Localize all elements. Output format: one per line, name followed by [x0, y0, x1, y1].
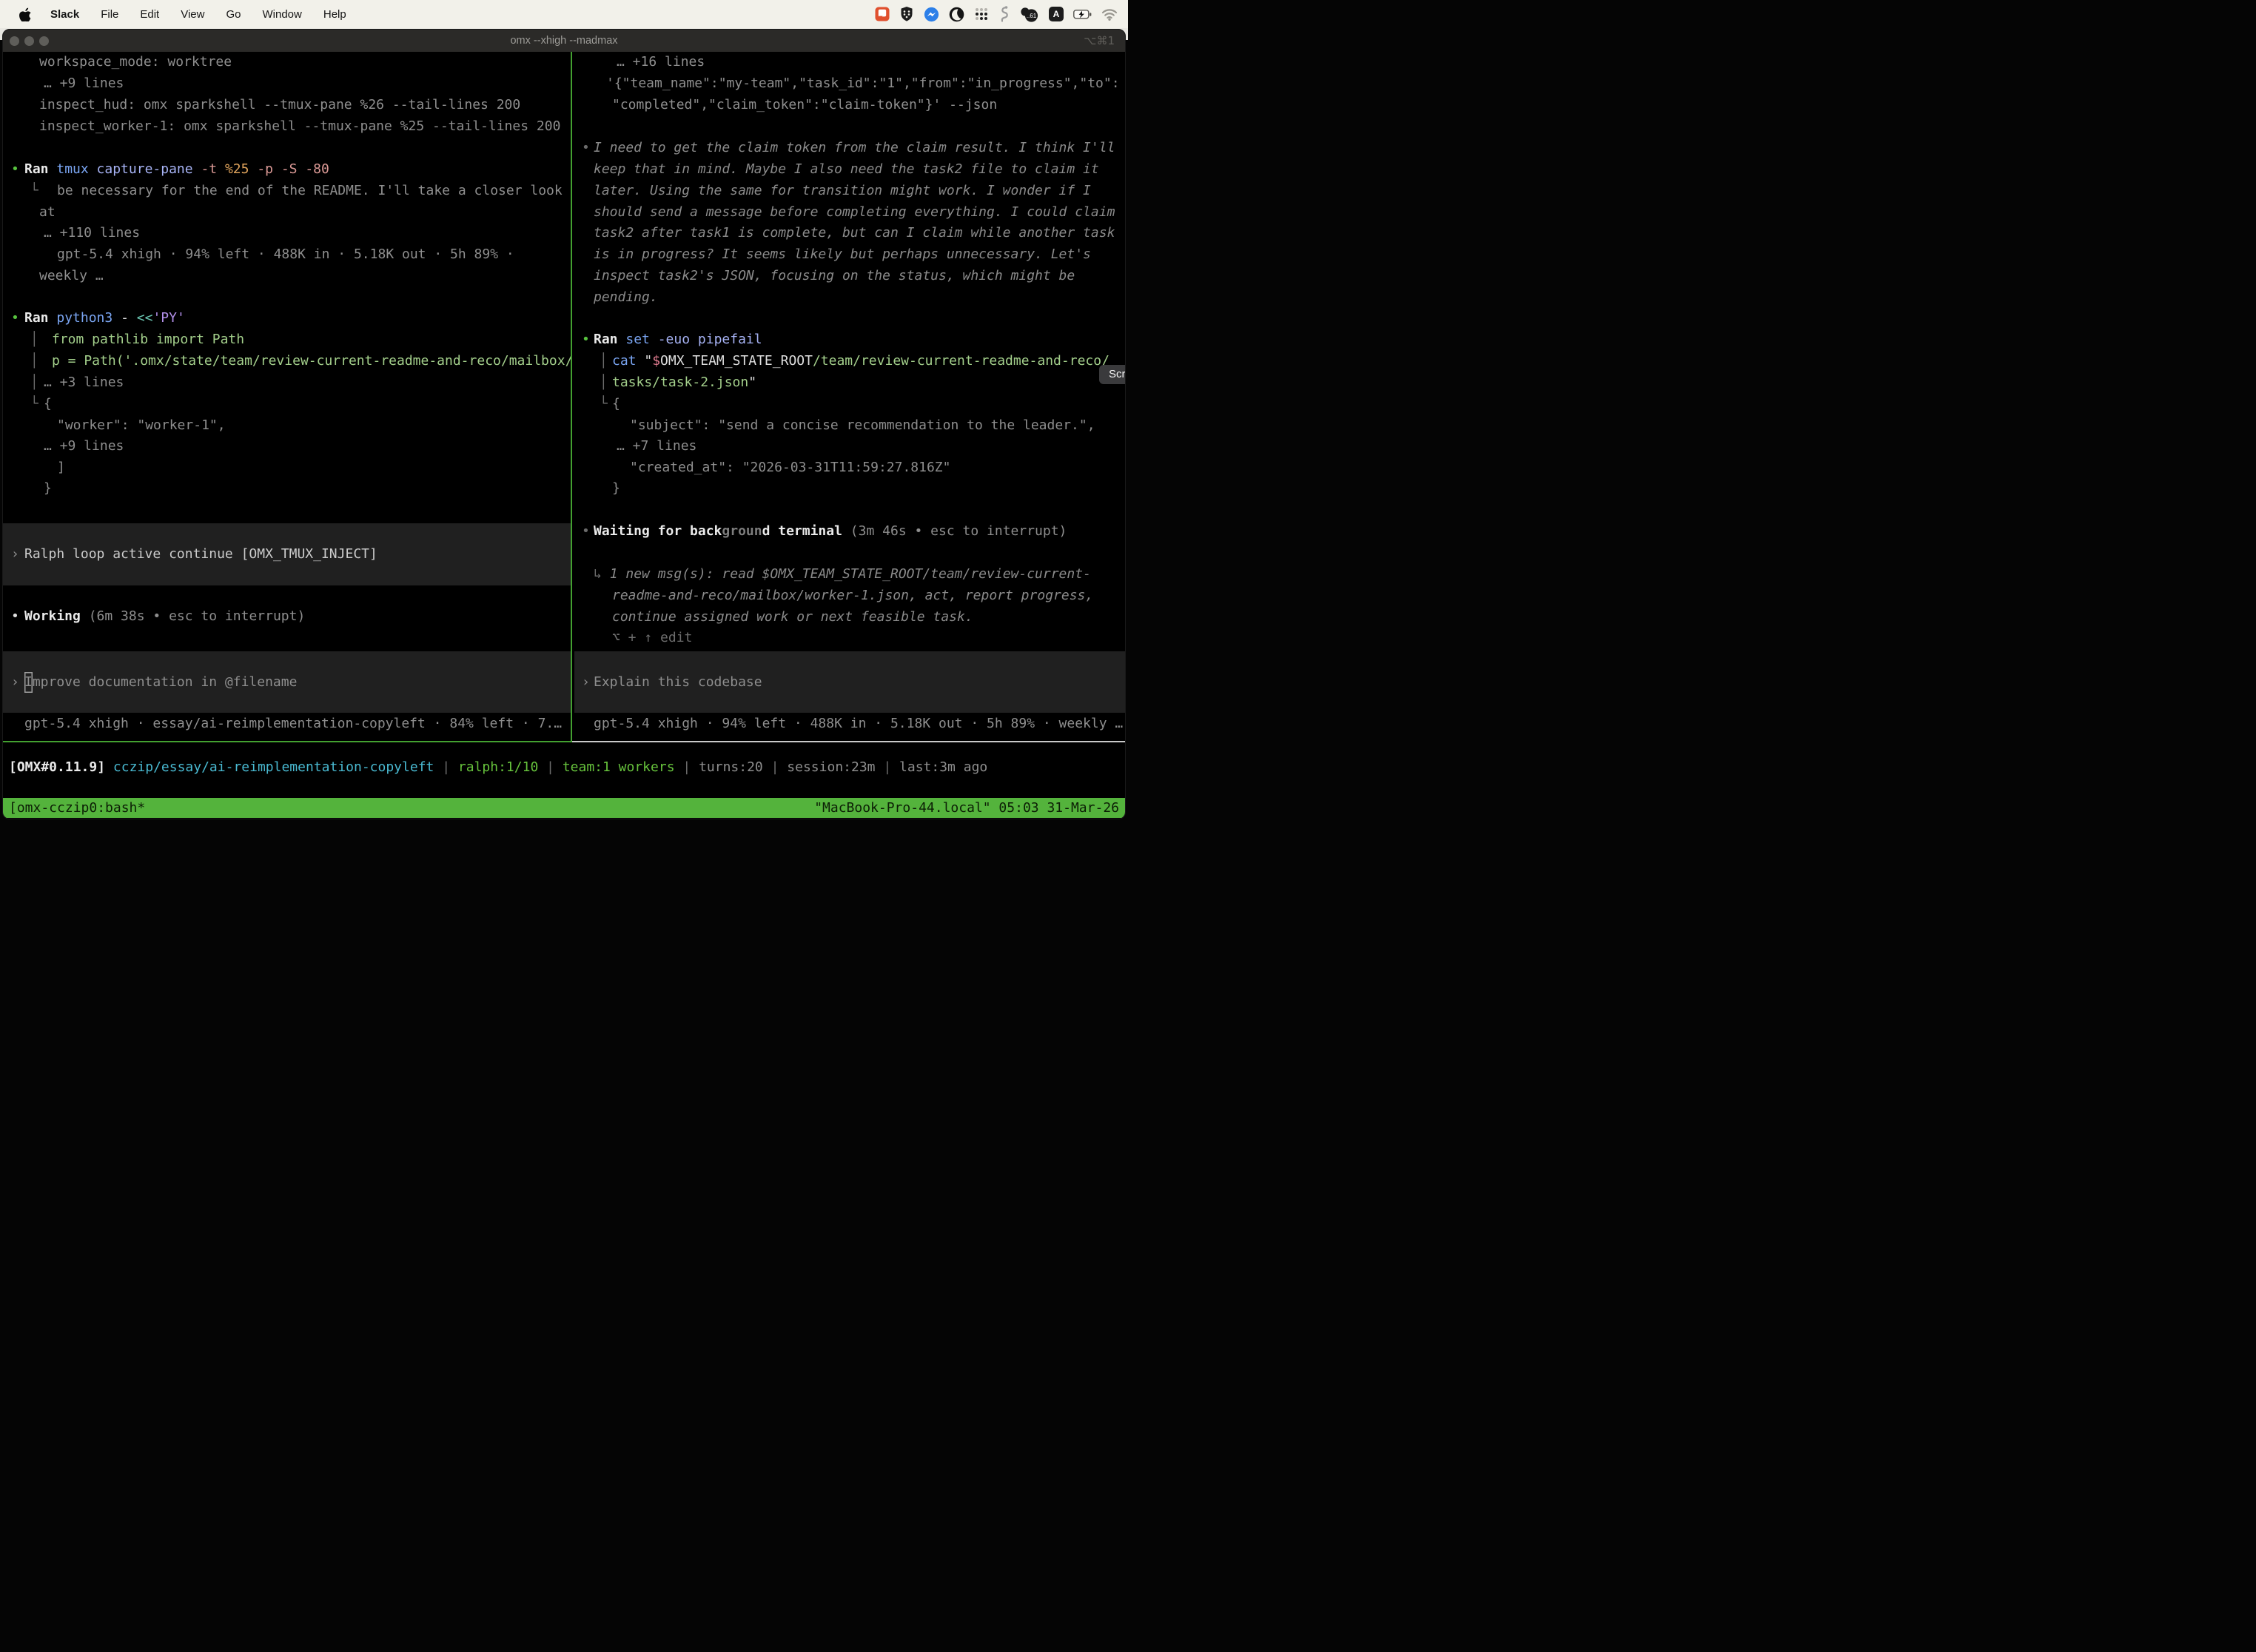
crescent-circle-icon[interactable]	[949, 7, 964, 22]
terminal-line: task2 after task1 is complete, but can I…	[3, 223, 1125, 244]
window-title-bar[interactable]: omx --xhigh --madmax ⌥⌘1	[3, 30, 1125, 52]
terminal-line: "created_at": "2026-03-31T11:59:27.816Z"	[3, 457, 1125, 478]
battery-icon[interactable]	[1073, 10, 1092, 19]
badge-61-icon[interactable]: ..61	[1020, 7, 1039, 22]
svg-text:..61: ..61	[1027, 13, 1037, 19]
terminal-line: pending.	[3, 287, 1125, 308]
terminal-line: inspect task2's JSON, focusing on the st…	[3, 266, 1125, 286]
mailbox-note: ↳ 1 new msg(s): read $OMX_TEAM_STATE_ROO…	[3, 564, 1125, 585]
menu-bar: Slack File Edit View Go Window Help	[0, 0, 1128, 28]
terminal-line: }	[3, 478, 1125, 499]
terminal-line: │tasks/task-2.json"	[3, 372, 1125, 393]
right-pane-bottom-border	[572, 741, 1126, 742]
screen-tooltip: Scre	[1099, 365, 1126, 384]
menu-bar-status-icons: ..61 A	[875, 6, 1128, 22]
waiting-status: •Waiting for background terminal (3m 46s…	[3, 521, 1125, 542]
command-line: •Ran python3 - <<'PY'	[3, 308, 1125, 329]
model-status-line: gpt-5.4 xhigh · 94% left · 488K in · 5.1…	[3, 713, 1125, 734]
dragon-icon[interactable]	[998, 6, 1010, 22]
terminal-line: readme-and-reco/mailbox/worker-1.json, a…	[3, 585, 1125, 606]
messenger-bolt-icon[interactable]	[924, 7, 939, 22]
menu-item-slack[interactable]: Slack	[50, 8, 79, 21]
prompt-input[interactable]: ›Improve documentation in @filename	[3, 651, 571, 713]
menu-item-file[interactable]: File	[101, 8, 118, 21]
menu-item-edit[interactable]: Edit	[140, 8, 159, 21]
terminal-line: continue assigned work or next feasible …	[3, 607, 1125, 628]
app-menu-items: Slack File Edit View Go Window Help	[50, 8, 368, 21]
wifi-icon[interactable]	[1101, 8, 1118, 21]
apple-menu[interactable]	[19, 7, 31, 21]
window-title: omx --xhigh --madmax	[3, 30, 1125, 52]
terminal-line: "completed","claim_token":"claim-token"}…	[3, 95, 1125, 115]
tmux-host-and-clock: "MacBook-Pro-44.local" 05:03 31-Mar-26	[814, 798, 1119, 818]
tmux-session-name: [omx-cczip0:bash*	[9, 798, 145, 818]
tmux-status-bar[interactable]: [omx-cczip0:bash* "MacBook-Pro-44.local"…	[3, 798, 1125, 818]
command-line: •Ran set -euo pipefail	[3, 329, 1125, 350]
terminal-line: later. Using the same for transition mig…	[3, 181, 1125, 201]
terminal-line: … +16 lines	[3, 52, 1125, 73]
left-pane-bottom-border	[3, 741, 571, 742]
dots-grid-icon[interactable]	[974, 7, 989, 21]
terminal-line: "subject": "send a concise recommendatio…	[3, 415, 1125, 436]
terminal-line: └{	[3, 394, 1125, 414]
terminal-line: … +7 lines	[3, 436, 1125, 457]
chat-bubble-icon[interactable]	[875, 7, 890, 21]
terminal-content: Scre [omx-cczip0:bash* "MacBook-Pro-44.l…	[3, 52, 1125, 819]
terminal-line: keep that in mind. Maybe I also need the…	[3, 159, 1125, 180]
omx-session-status: [OMX#0.11.9] cczip/essay/ai-reimplementa…	[3, 757, 1125, 778]
menu-item-go[interactable]: Go	[226, 8, 241, 21]
menu-item-window[interactable]: Window	[263, 8, 302, 21]
input-source-icon[interactable]: A	[1049, 7, 1064, 21]
terminal-line: ⌥ + ↑ edit	[3, 628, 1125, 648]
terminal-line: should send a message before completing …	[3, 202, 1125, 223]
terminal-window: omx --xhigh --madmax ⌥⌘1 Scre [omx-cczip…	[2, 29, 1126, 819]
thinking-text: •I need to get the claim token from the …	[3, 138, 1125, 158]
apple-icon	[19, 7, 31, 21]
terminal-line: inspect_worker-1: omx sparkshell --tmux-…	[3, 116, 1125, 137]
menu-item-view[interactable]: View	[181, 8, 204, 21]
terminal-line: is in progress? It seems likely but perh…	[3, 244, 1125, 265]
shield-grid-icon[interactable]	[899, 6, 914, 22]
terminal-line: │cat "$OMX_TEAM_STATE_ROOT/team/review-c…	[3, 351, 1125, 372]
prompt-input[interactable]: ›Explain this codebase	[574, 651, 1126, 713]
menu-item-help[interactable]: Help	[323, 8, 346, 21]
pane-divider[interactable]	[571, 52, 572, 742]
window-shortcut-badge: ⌥⌘1	[1084, 30, 1115, 52]
terminal-line: '{"team_name":"my-team","task_id":"1","f…	[3, 73, 1125, 94]
